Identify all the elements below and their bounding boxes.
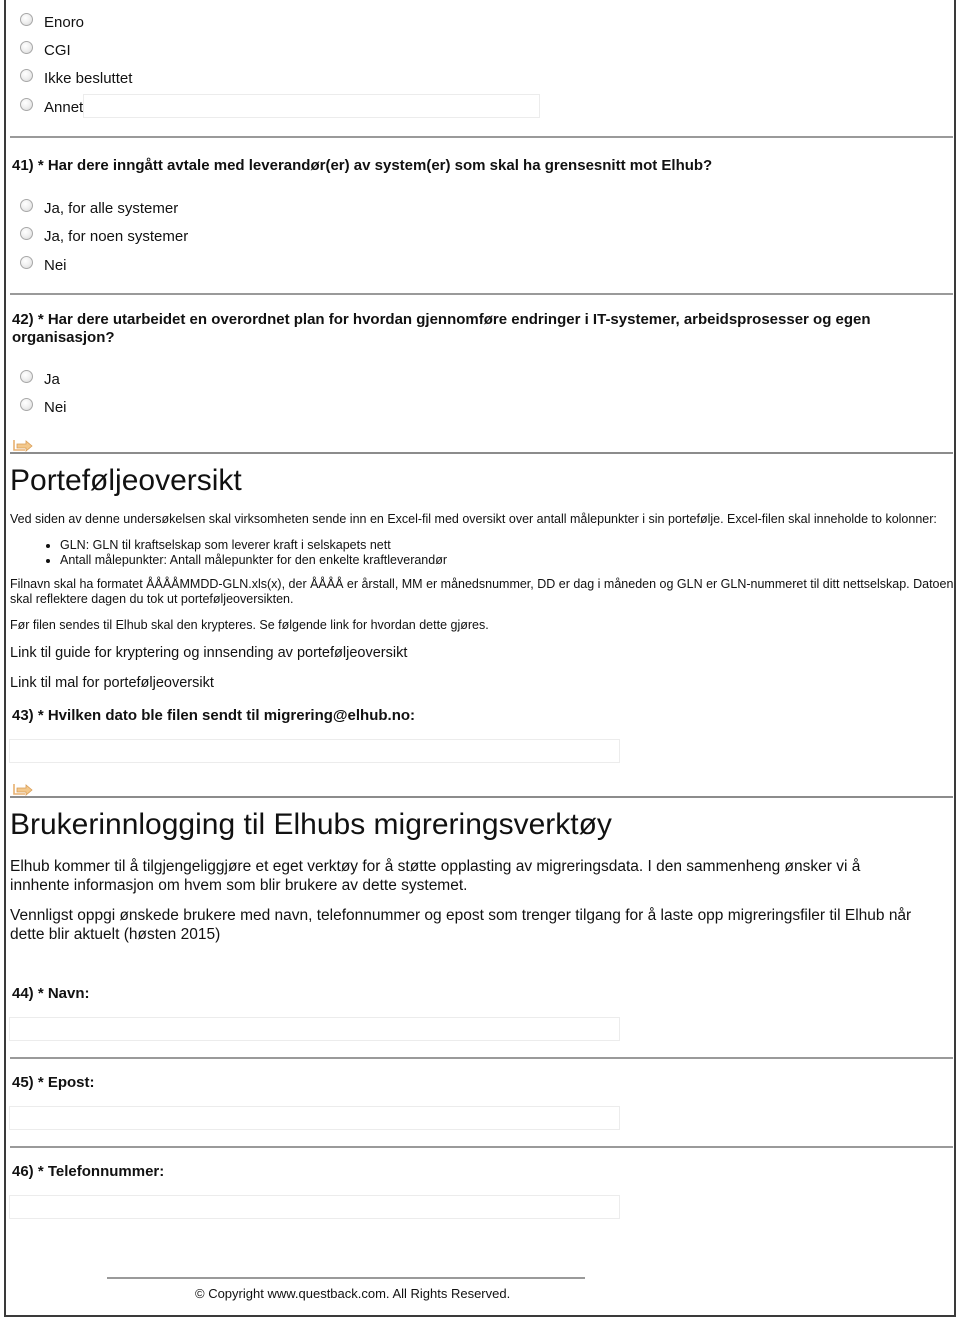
question-42-title: 42) * Har dere utarbeidet en overordnet …: [12, 311, 871, 328]
option-label: Ikke besluttet: [44, 69, 133, 87]
question-41-title: 41) * Har dere inngått avtale med levera…: [12, 157, 713, 174]
divider: [10, 1057, 953, 1059]
list-item: GLN: GLN til kraftselskap som leverer kr…: [60, 538, 447, 553]
option-label: Ja, for alle systemer: [44, 199, 179, 217]
option-label: Nei: [44, 398, 67, 416]
option-label: Annet: [44, 98, 84, 116]
radio-option-nei[interactable]: Nei: [20, 397, 67, 417]
portfolio-intro: Ved siden av denne undersøkelsen skal vi…: [10, 512, 937, 526]
filename-format-text-cont: skal reflektere dagen du tok ut porteføl…: [10, 592, 294, 606]
radio-icon[interactable]: [20, 68, 33, 82]
radio-option-annet[interactable]: Annet: [20, 97, 83, 117]
encrypt-note: Før filen sendes til Elhub skal den kryp…: [10, 618, 489, 632]
link-portfolio-template[interactable]: Link til mal for porteføljeoversikt: [10, 675, 214, 691]
radio-icon[interactable]: [20, 369, 33, 383]
section-heading-login: Brukerinnlogging til Elhubs migreringsve…: [10, 808, 612, 841]
divider: [10, 293, 953, 295]
radio-option-ja-alle[interactable]: Ja, for alle systemer: [20, 198, 178, 218]
login-para-1-cont: innhente informasjon om hvem som blir br…: [10, 877, 468, 894]
radio-option-enoro[interactable]: Enoro: [20, 12, 84, 32]
page-arrow-icon: [13, 440, 33, 452]
radio-option-ja[interactable]: Ja: [20, 369, 60, 389]
link-encryption-guide[interactable]: Link til guide for kryptering og innsend…: [10, 645, 407, 661]
option-label: Enoro: [44, 13, 85, 31]
portfolio-columns-list: GLN: GLN til kraftselskap som leverer kr…: [0, 538, 447, 568]
login-para-2: Vennligst oppgi ønskede brukere med navn…: [10, 907, 912, 924]
radio-option-ja-noen[interactable]: Ja, for noen systemer: [20, 226, 188, 246]
radio-icon[interactable]: [20, 40, 33, 54]
radio-icon[interactable]: [20, 255, 33, 269]
option-label: Nei: [44, 256, 67, 274]
radio-option-nei[interactable]: Nei: [20, 255, 67, 275]
divider: [10, 452, 953, 454]
annet-text-input[interactable]: [83, 94, 540, 118]
footer-divider: [107, 1277, 585, 1279]
question-44-title: 44) * Navn:: [12, 985, 90, 1002]
question-42-title-cont: organisasjon?: [12, 329, 115, 346]
page-arrow-icon: [13, 784, 33, 796]
filename-format-text: Filnavn skal ha formatet ÅÅÅÅMMDD-GLN.xl…: [10, 577, 954, 591]
divider: [10, 136, 953, 138]
radio-icon[interactable]: [20, 198, 33, 212]
radio-option-ikke-besluttet[interactable]: Ikke besluttet: [20, 68, 132, 88]
divider: [10, 1146, 953, 1148]
question-45-title: 45) * Epost:: [12, 1074, 95, 1091]
option-label: Ja, for noen systemer: [44, 227, 189, 245]
login-para-2-cont: dette blir aktuelt (høsten 2015): [10, 926, 221, 943]
option-label: CGI: [44, 41, 71, 59]
option-label: Ja: [44, 370, 60, 388]
radio-icon[interactable]: [20, 97, 33, 111]
date-sent-input[interactable]: [9, 739, 620, 763]
email-input[interactable]: [9, 1106, 620, 1130]
section-heading-portfolio: Porteføljeoversikt: [10, 464, 242, 497]
list-item: Antall målepunkter: Antall målepunkter f…: [60, 553, 447, 568]
radio-icon[interactable]: [20, 397, 33, 411]
login-para-1: Elhub kommer til å tilgjengeliggjøre et …: [10, 858, 861, 875]
question-46-title: 46) * Telefonnummer:: [12, 1163, 165, 1180]
radio-icon[interactable]: [20, 12, 33, 26]
question-43-title: 43) * Hvilken dato ble filen sendt til m…: [12, 707, 416, 724]
name-input[interactable]: [9, 1017, 620, 1041]
divider: [10, 796, 953, 798]
copyright-text: © Copyright www.questback.com. All Right…: [195, 1286, 511, 1301]
radio-icon[interactable]: [20, 226, 33, 240]
phone-input[interactable]: [9, 1195, 620, 1219]
radio-option-cgi[interactable]: CGI: [20, 40, 71, 60]
